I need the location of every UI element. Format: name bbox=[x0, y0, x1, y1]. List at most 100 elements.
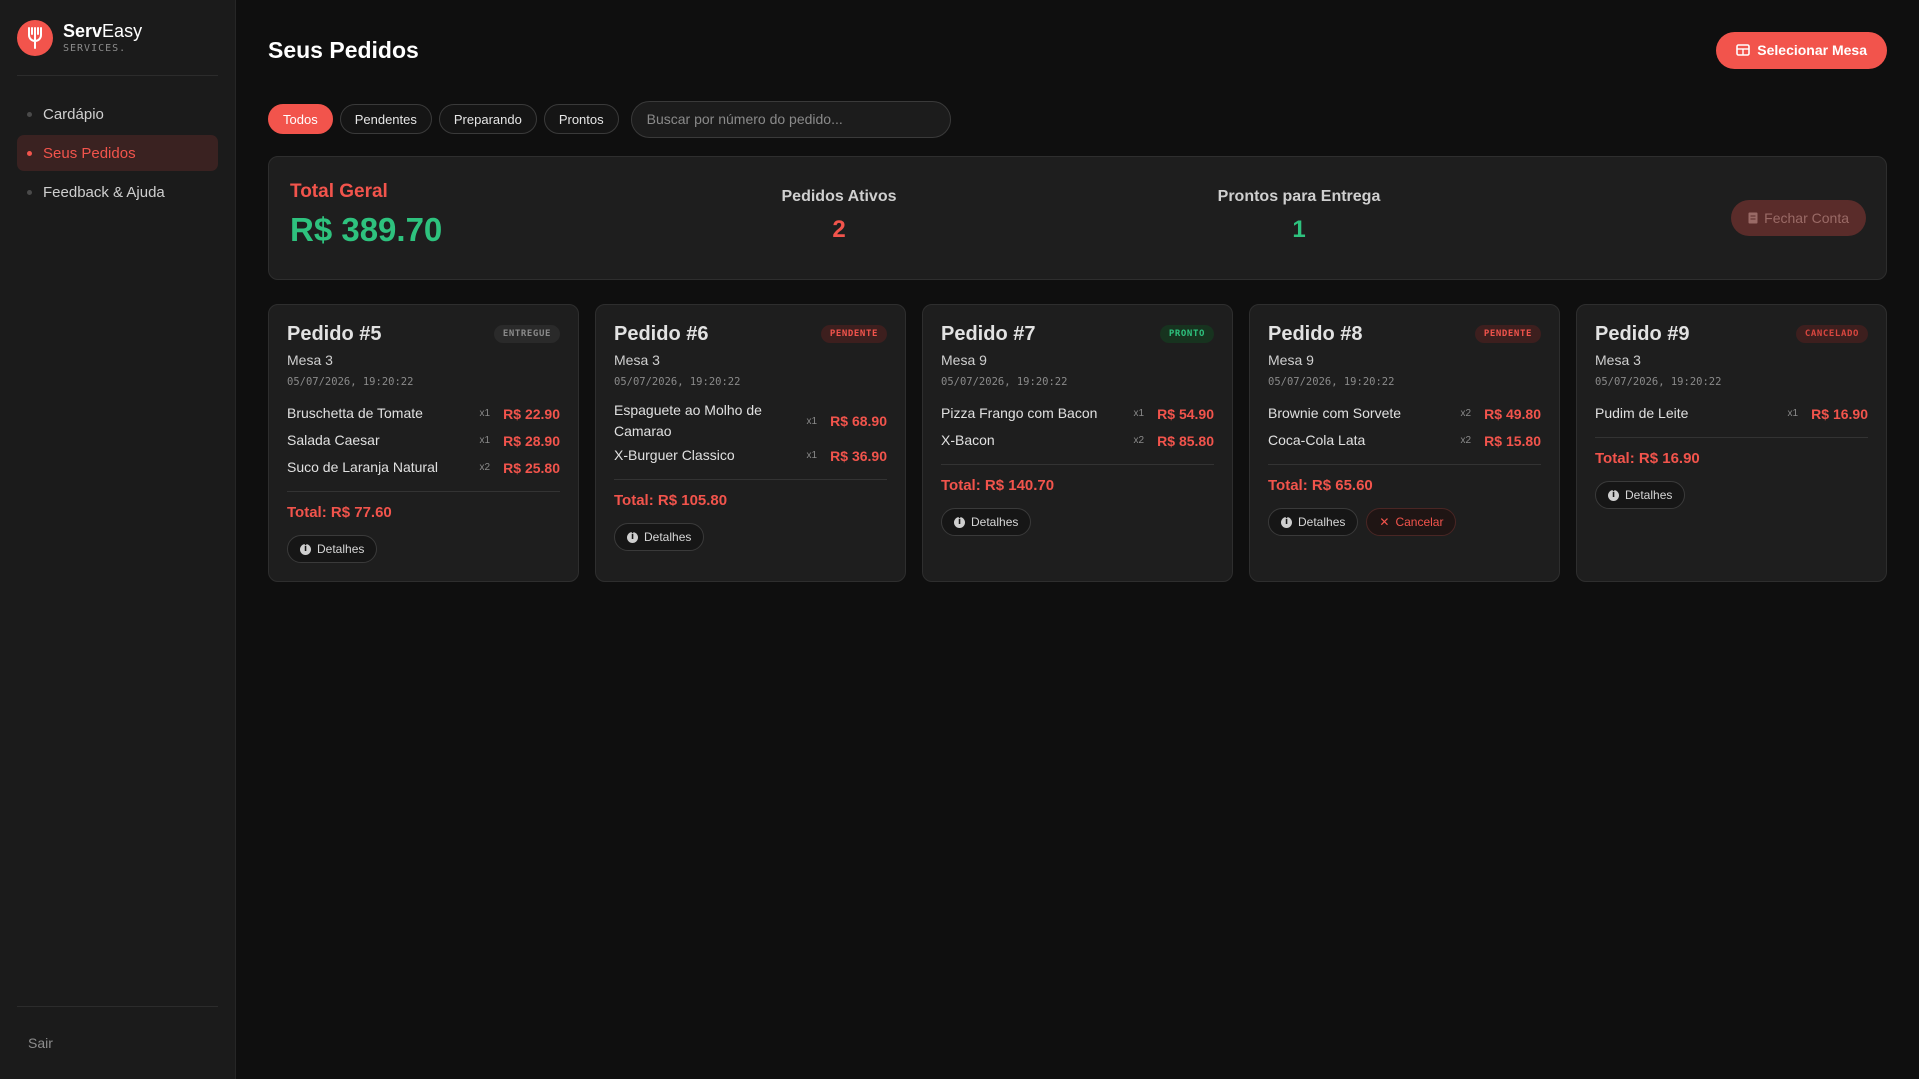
item-quantity: x1 bbox=[806, 450, 817, 461]
item-price: R$ 16.90 bbox=[1811, 405, 1868, 422]
filter-tab-preparando[interactable]: Preparando bbox=[438, 104, 537, 134]
filter-tab-prontos[interactable]: Prontos bbox=[543, 104, 619, 134]
orders-grid: Pedido #5 ENTREGUE Mesa 3 05/07/2026, 19:20… bbox=[268, 304, 1887, 582]
order-actions: i Detalhes bbox=[941, 508, 1214, 536]
x-icon: ✕ bbox=[1379, 515, 1390, 529]
order-total: Total: R$ 77.60 bbox=[287, 504, 392, 521]
brand-name-bold: Serv bbox=[63, 20, 103, 41]
topbar: Seus Pedidos Selecionar Mesa bbox=[268, 0, 1887, 100]
list-item: Brownie com Sorvete x2 R$ 49.80 bbox=[1268, 400, 1541, 427]
brand-text: ServEasy SERVICES. bbox=[63, 22, 142, 54]
details-button[interactable]: i Detalhes bbox=[1595, 481, 1686, 509]
order-items: Pudim de Leite x1 R$ 16.90 bbox=[1595, 400, 1868, 438]
item-price: R$ 85.80 bbox=[1157, 432, 1214, 449]
status-badge: PENDENTE bbox=[820, 325, 887, 343]
item-quantity: x1 bbox=[1787, 408, 1798, 419]
order-timestamp: 05/07/2026, 19:20:22 bbox=[287, 376, 414, 388]
summary-panel: Total Geral R$ 389.70 Pedidos Ativos 2 P… bbox=[268, 156, 1887, 280]
order-title: Pedido #5 bbox=[287, 323, 382, 345]
brand-subtitle: SERVICES. bbox=[63, 42, 127, 54]
status-badge: ENTREGUE bbox=[493, 325, 560, 343]
select-table-button[interactable]: Selecionar Mesa bbox=[1716, 31, 1887, 69]
brand: ServEasy SERVICES. bbox=[17, 0, 218, 76]
cancel-order-button[interactable]: ✕ Cancelar bbox=[1366, 508, 1457, 536]
sidebar: ServEasy SERVICES. Cardápio Seus Pedidos F… bbox=[0, 0, 236, 1079]
list-item: Suco de Laranja Natural x2 R$ 25.80 bbox=[287, 454, 560, 481]
item-quantity: x2 bbox=[1460, 408, 1471, 419]
order-total: Total: R$ 140.70 bbox=[941, 477, 1055, 494]
item-quantity: x1 bbox=[479, 408, 490, 419]
sidebar-item-seus-pedidos[interactable]: Seus Pedidos bbox=[17, 135, 218, 171]
page-title: Seus Pedidos bbox=[268, 36, 419, 63]
order-actions: i Detalhes bbox=[287, 535, 560, 563]
app-root: ServEasy SERVICES. Cardápio Seus Pedidos F… bbox=[0, 0, 1919, 1079]
item-price: R$ 36.90 bbox=[830, 447, 887, 464]
order-timestamp: 05/07/2026, 19:20:22 bbox=[614, 376, 741, 388]
close-bill-button[interactable]: Fechar Conta bbox=[1731, 200, 1866, 236]
item-quantity: x2 bbox=[1133, 435, 1144, 446]
order-timestamp: 05/07/2026, 19:20:22 bbox=[1268, 376, 1395, 388]
order-card-header: Pedido #8 PENDENTE bbox=[1268, 323, 1541, 346]
bullet-dot-icon bbox=[27, 189, 32, 195]
info-icon: i bbox=[1281, 516, 1292, 528]
details-button[interactable]: i Detalhes bbox=[614, 523, 705, 551]
order-items: Pizza Frango com Bacon x1 R$ 54.90 X-Bacon x… bbox=[941, 400, 1214, 465]
order-total: Total: R$ 16.90 bbox=[1595, 450, 1700, 467]
info-icon: i bbox=[627, 531, 638, 543]
order-items: Brownie com Sorvete x2 R$ 49.80 Coca-Cola L… bbox=[1268, 400, 1541, 465]
details-button[interactable]: i Detalhes bbox=[1268, 508, 1359, 536]
list-item: Bruschetta de Tomate x1 R$ 22.90 bbox=[287, 400, 560, 427]
order-card: Pedido #6 PENDENTE Mesa 3 05/07/2026, 19:20… bbox=[595, 304, 906, 582]
item-quantity: x1 bbox=[806, 415, 817, 427]
select-table-label: Selecionar Mesa bbox=[1757, 42, 1867, 58]
ready-orders-label: Prontos para Entrega bbox=[1217, 188, 1381, 205]
list-item: X-Bacon x2 R$ 85.80 bbox=[941, 427, 1214, 454]
details-button[interactable]: i Detalhes bbox=[287, 535, 378, 563]
order-card: Pedido #9 CANCELADO Mesa 3 05/07/2026, 19:2… bbox=[1576, 304, 1887, 582]
receipt-icon bbox=[1748, 212, 1758, 224]
item-name: Brownie com Sorvete bbox=[1268, 405, 1402, 421]
details-label: Detalhes bbox=[317, 542, 365, 556]
table-grid-icon bbox=[1736, 44, 1751, 56]
item-price: R$ 25.80 bbox=[503, 459, 560, 476]
order-timestamp: 05/07/2026, 19:20:22 bbox=[1595, 376, 1722, 388]
order-card: Pedido #5 ENTREGUE Mesa 3 05/07/2026, 19:20… bbox=[268, 304, 579, 582]
sidebar-item-feedback[interactable]: Feedback & Ajuda bbox=[17, 174, 218, 210]
info-icon: i bbox=[954, 516, 965, 528]
main-content: Seus Pedidos Selecionar Mesa Todos Penden… bbox=[236, 0, 1919, 1079]
order-card: Pedido #8 PENDENTE Mesa 9 05/07/2026, 19:20… bbox=[1249, 304, 1560, 582]
search-input[interactable] bbox=[630, 100, 951, 138]
order-items: Bruschetta de Tomate x1 R$ 22.90 Salada Cae… bbox=[287, 400, 560, 492]
order-card-header: Pedido #6 PENDENTE bbox=[614, 323, 887, 346]
item-name: Pudim de Leite bbox=[1595, 405, 1689, 421]
close-bill-label: Fechar Conta bbox=[1764, 210, 1849, 226]
filter-tab-pendentes[interactable]: Pendentes bbox=[339, 104, 432, 134]
item-quantity: x1 bbox=[1133, 408, 1144, 419]
info-icon: i bbox=[1608, 489, 1619, 501]
logout-link[interactable]: Sair bbox=[28, 1035, 53, 1051]
brand-name: ServEasy bbox=[63, 22, 142, 40]
order-card: Pedido #7 PRONTO Mesa 9 05/07/2026, 19:20:2… bbox=[922, 304, 1233, 582]
item-name: Salada Caesar bbox=[287, 432, 380, 448]
details-label: Detalhes bbox=[644, 530, 692, 544]
details-label: Detalhes bbox=[1625, 488, 1673, 502]
bullet-dot-icon bbox=[27, 111, 32, 117]
item-name: X-Burguer Classico bbox=[614, 447, 735, 463]
order-items: Espaguete ao Molho de Camarao x1 R$ 68.90 X… bbox=[614, 400, 887, 480]
order-table: Mesa 9 bbox=[1268, 352, 1314, 368]
details-button[interactable]: i Detalhes bbox=[941, 508, 1032, 536]
ready-orders-value: 1 bbox=[1292, 216, 1306, 243]
filter-tab-todos[interactable]: Todos bbox=[268, 104, 333, 134]
sidebar-footer: Sair bbox=[17, 1006, 218, 1079]
grand-total: Total Geral R$ 389.70 bbox=[290, 181, 442, 249]
item-name: Bruschetta de Tomate bbox=[287, 405, 423, 421]
item-quantity: x2 bbox=[1460, 435, 1471, 446]
item-name: X-Bacon bbox=[941, 432, 995, 448]
item-price: R$ 68.90 bbox=[830, 413, 887, 429]
order-actions: i Detalhes ✕ Cancelar bbox=[1268, 508, 1541, 536]
sidebar-item-cardapio[interactable]: Cardápio bbox=[17, 96, 218, 132]
order-card-header: Pedido #5 ENTREGUE bbox=[287, 323, 560, 346]
status-badge: CANCELADO bbox=[1795, 325, 1868, 343]
item-name: Coca-Cola Lata bbox=[1268, 432, 1366, 448]
order-table: Mesa 3 bbox=[614, 352, 660, 368]
